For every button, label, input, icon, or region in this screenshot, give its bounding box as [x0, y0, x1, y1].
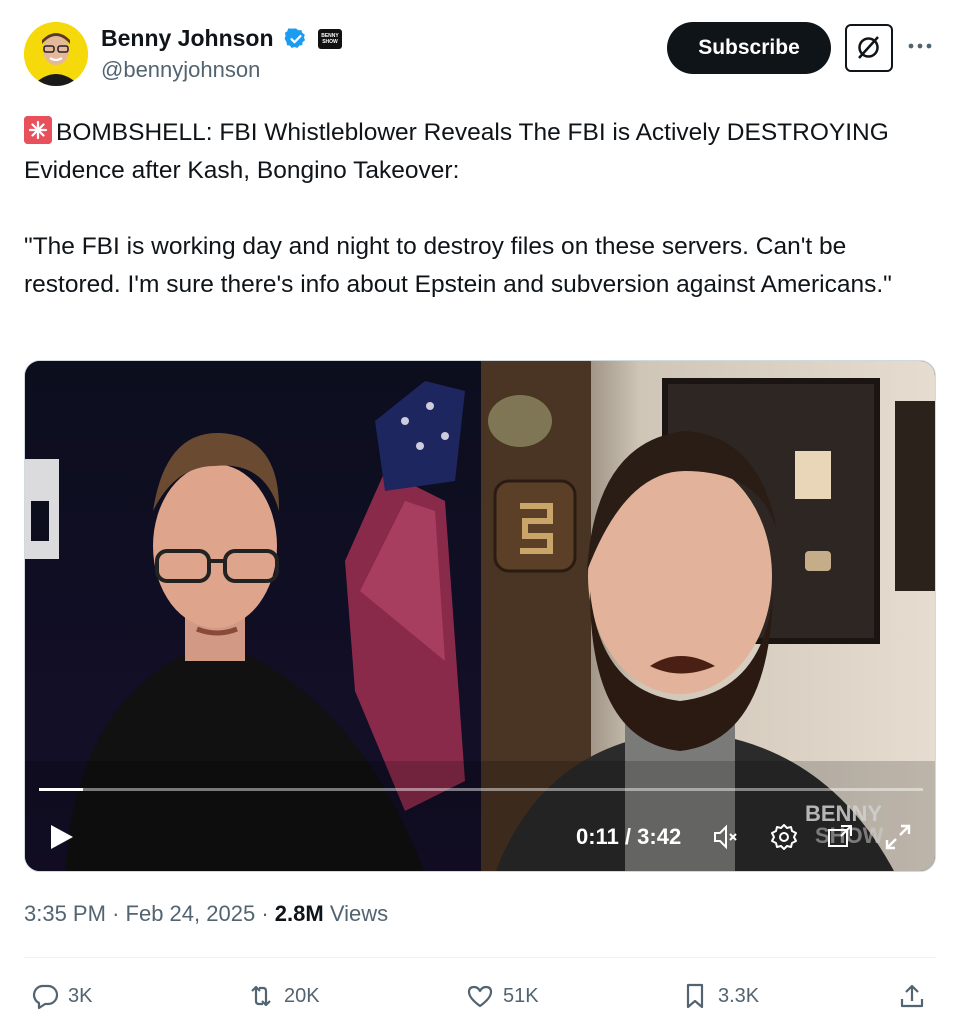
reply-button[interactable]: 3K — [30, 978, 92, 1014]
repost-icon — [251, 985, 271, 1007]
tweet-text: BOMBSHELL: FBI Whistleblower Reveals The… — [24, 114, 939, 304]
meta-separator: · — [261, 901, 275, 926]
more-icon[interactable] — [905, 34, 935, 58]
grok-icon[interactable] — [845, 24, 893, 72]
repost-count: 20K — [284, 984, 320, 1007]
tweet-meta: 3:35 PM · Feb 24, 2025 · 2.8M Views — [24, 900, 388, 928]
tweet-date[interactable]: Feb 24, 2025 — [126, 901, 256, 926]
play-icon[interactable] — [47, 823, 75, 851]
reply-icon — [32, 984, 59, 1010]
tweet-time[interactable]: 3:35 PM — [24, 901, 106, 926]
verified-badge-icon[interactable] — [284, 27, 308, 51]
heart-icon — [467, 985, 493, 1008]
share-icon — [900, 984, 924, 1008]
meta-separator: · — [112, 901, 126, 926]
author-handle[interactable]: @bennyjohnson — [101, 57, 260, 83]
like-count: 51K — [503, 984, 539, 1007]
rotating-light-icon — [24, 116, 52, 144]
like-button[interactable]: 51K — [465, 978, 539, 1014]
views-label: Views — [329, 901, 389, 926]
settings-icon[interactable] — [769, 822, 799, 852]
affiliation-badge-icon[interactable]: BENNY SHOW — [318, 29, 342, 49]
views-count: 2.8M — [274, 901, 324, 926]
reply-count: 3K — [68, 984, 93, 1007]
video-player[interactable]: BENNY SHOW 0:11 / 3:42 — [24, 360, 936, 872]
video-progress-fill — [39, 788, 84, 791]
pip-icon[interactable] — [825, 822, 855, 852]
subscribe-button[interactable]: Subscribe — [667, 22, 831, 74]
bookmark-icon — [686, 983, 704, 1009]
share-button[interactable] — [897, 978, 927, 1014]
video-progress-bar[interactable] — [39, 788, 923, 791]
bookmark-button[interactable]: 3.3K — [680, 978, 759, 1014]
bookmark-count: 3.3K — [718, 984, 760, 1007]
video-time: 0:11 / 3:42 — [576, 824, 682, 849]
author-display-name[interactable]: Benny Johnson — [101, 24, 274, 52]
avatar[interactable] — [24, 22, 88, 86]
tweet-body: BOMBSHELL: FBI Whistleblower Reveals The… — [24, 119, 892, 298]
mute-icon[interactable] — [711, 822, 741, 852]
divider — [24, 957, 936, 958]
video-frame: BENNY SHOW — [25, 361, 935, 871]
repost-button[interactable]: 20K — [246, 978, 320, 1014]
fullscreen-icon[interactable] — [883, 822, 913, 852]
